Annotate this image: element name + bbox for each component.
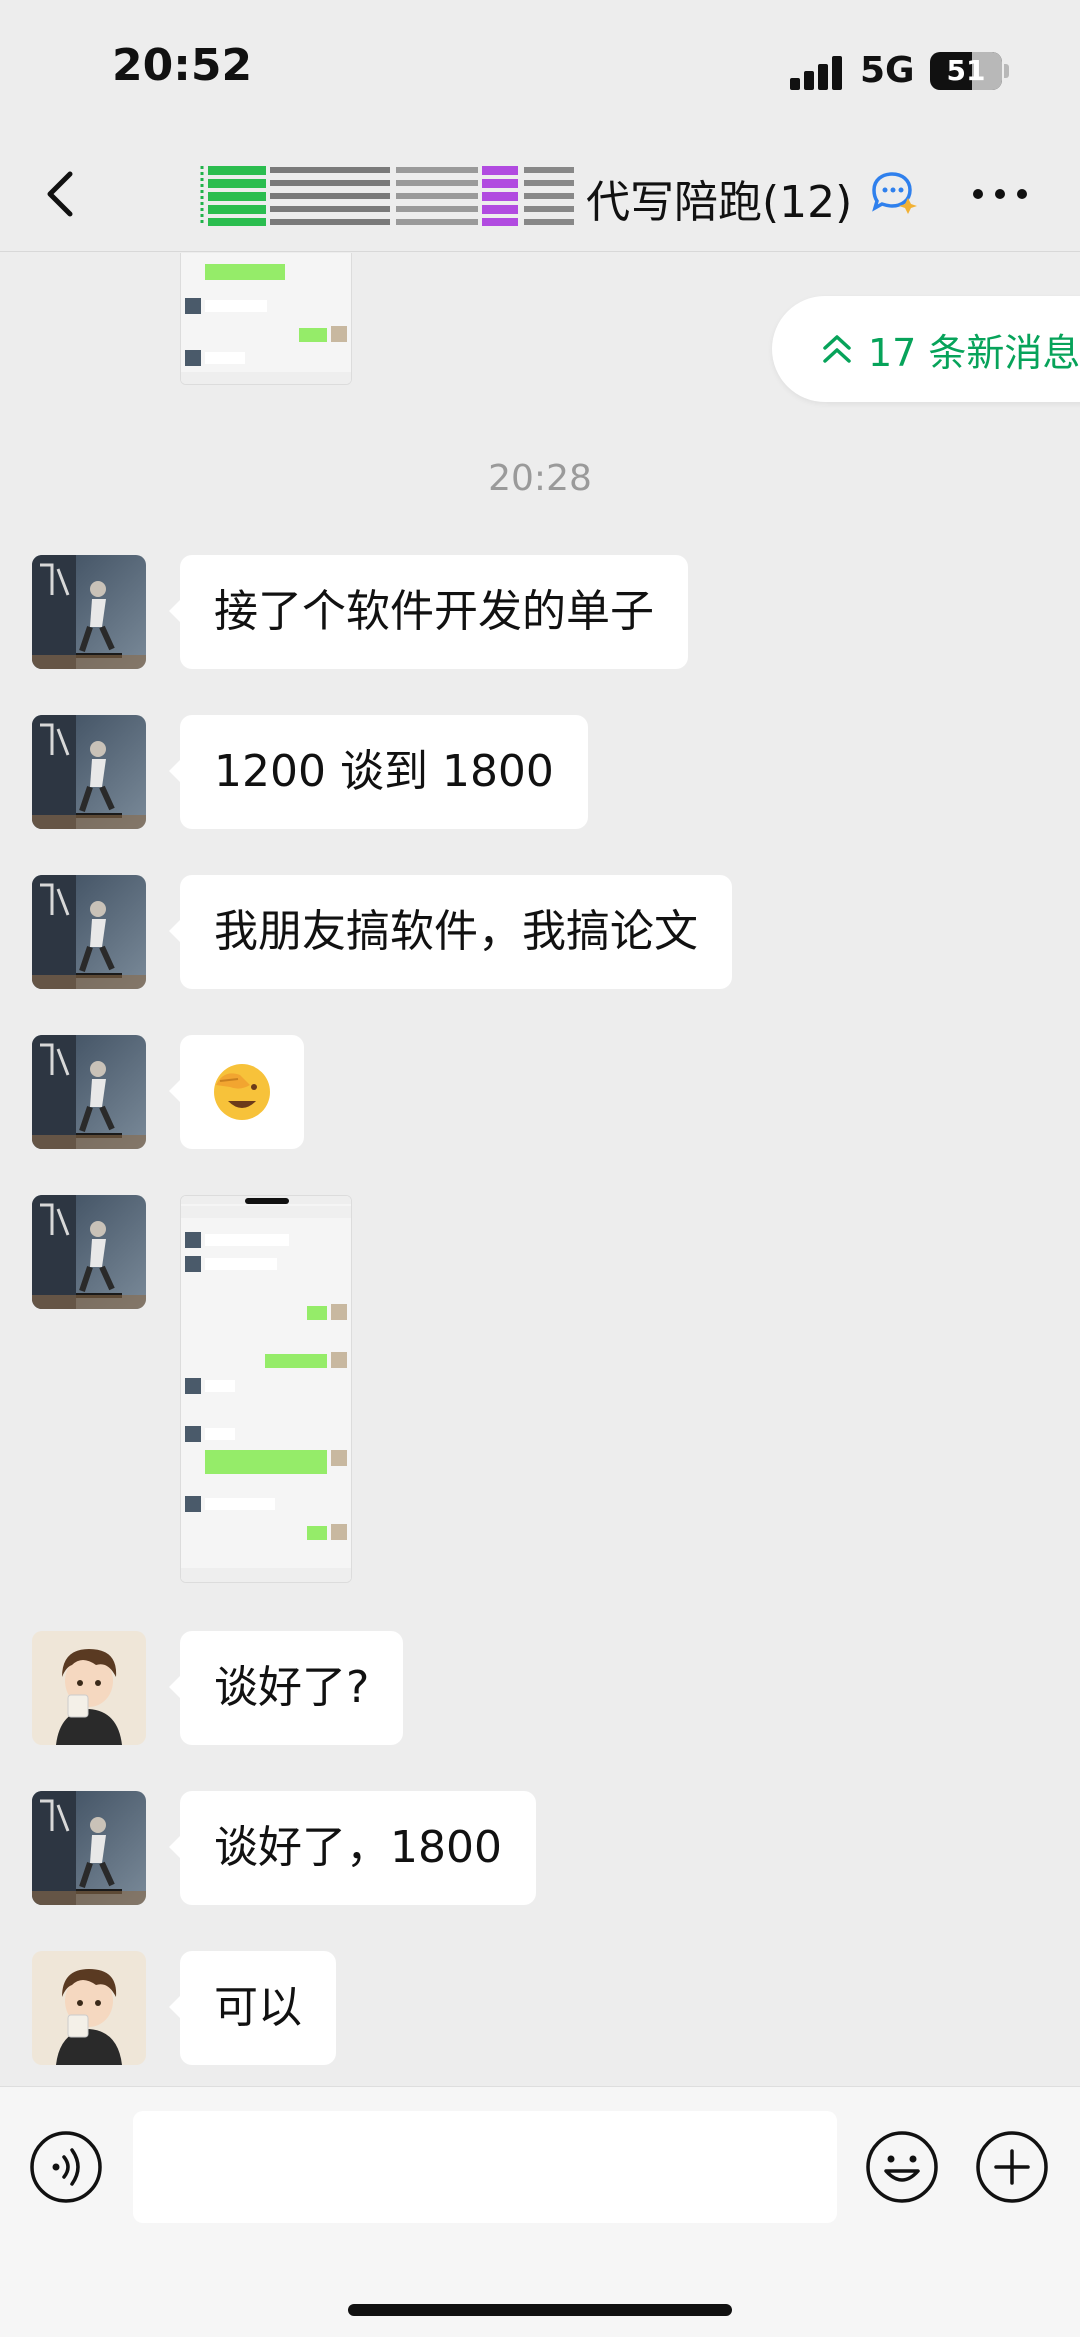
chat-header: 代写陪跑(12) (0, 140, 1080, 252)
emoji-message-bubble[interactable] (169, 1035, 304, 1149)
chat-title: 代写陪跑(12) (586, 177, 853, 228)
image-message[interactable] (180, 1195, 352, 1583)
message-bubble[interactable]: 我朋友搞软件，我搞论文 (169, 875, 732, 989)
battery-icon: 51 (930, 52, 1002, 90)
skateboarder-avatar-image (32, 1195, 146, 1309)
cartoon-boy-avatar-image (32, 1951, 146, 2065)
avatar[interactable] (32, 555, 146, 669)
message-bubble[interactable]: 接了个软件开发的单子 (169, 555, 688, 669)
skateboarder-avatar-image (32, 715, 146, 829)
more-dots-icon (973, 189, 1027, 199)
message-bubble[interactable]: 谈好了，1800 (169, 1791, 536, 1905)
skateboarder-avatar-image (32, 1791, 146, 1905)
avatar[interactable] (32, 1035, 146, 1149)
plus-icon (976, 2131, 1048, 2203)
plus-button[interactable] (974, 2129, 1050, 2205)
message-input[interactable] (133, 2111, 837, 2223)
avatar[interactable] (32, 1195, 146, 1309)
avatar[interactable] (32, 1791, 146, 1905)
avatar[interactable] (32, 875, 146, 989)
cartoon-boy-avatar-image (32, 1631, 146, 1745)
message-timestamp: 20:28 (488, 458, 592, 499)
emoji-button[interactable] (864, 2129, 940, 2205)
chat-screenshot-image (181, 253, 351, 384)
status-bar: 20:52 5G 51 (0, 0, 1080, 140)
signal-icon (790, 56, 844, 90)
message-bubble[interactable]: 1200 谈到 1800 (169, 715, 588, 829)
message-bubble[interactable]: 可以 (169, 1951, 336, 2065)
chat-screen: 20:52 5G 51 代写陪跑(12) 17 条新消息 20:28 接了个软件… (0, 0, 1080, 2337)
home-indicator[interactable] (348, 2304, 732, 2316)
input-bar (0, 2086, 1080, 2337)
emoji-icon (866, 2131, 938, 2203)
avatar[interactable] (32, 715, 146, 829)
back-button[interactable] (30, 162, 94, 226)
avatar[interactable] (32, 1951, 146, 2065)
group-chat-icon (872, 172, 917, 214)
new-messages-button[interactable]: 17 条新消息 (772, 296, 1080, 402)
chat-screenshot-image (181, 1196, 351, 1582)
avatar[interactable] (32, 1631, 146, 1745)
message-list[interactable]: 17 条新消息 20:28 接了个软件开发的单子 1200 谈到 1800 我朋… (0, 253, 1080, 2086)
status-time: 20:52 (112, 40, 253, 91)
network-label: 5G (860, 50, 915, 91)
skateboarder-avatar-image (32, 555, 146, 669)
battery-level: 51 (946, 54, 986, 87)
skateboarder-avatar-image (32, 875, 146, 989)
voice-button[interactable] (28, 2129, 104, 2205)
image-message-partial[interactable] (180, 253, 352, 385)
more-button[interactable] (968, 174, 1032, 214)
double-chevron-up-icon (823, 335, 851, 363)
chat-title-area[interactable]: 代写陪跑(12) (200, 150, 920, 240)
chevron-left-icon (47, 171, 73, 217)
message-bubble[interactable]: 谈好了? (168, 1631, 404, 1745)
voice-icon (30, 2131, 102, 2203)
redacted-title-mosaic (200, 162, 580, 228)
new-messages-label: 17 条新消息 (868, 331, 1080, 375)
facepalm-emoji-icon (214, 1064, 270, 1120)
skateboarder-avatar-image (32, 1035, 146, 1149)
